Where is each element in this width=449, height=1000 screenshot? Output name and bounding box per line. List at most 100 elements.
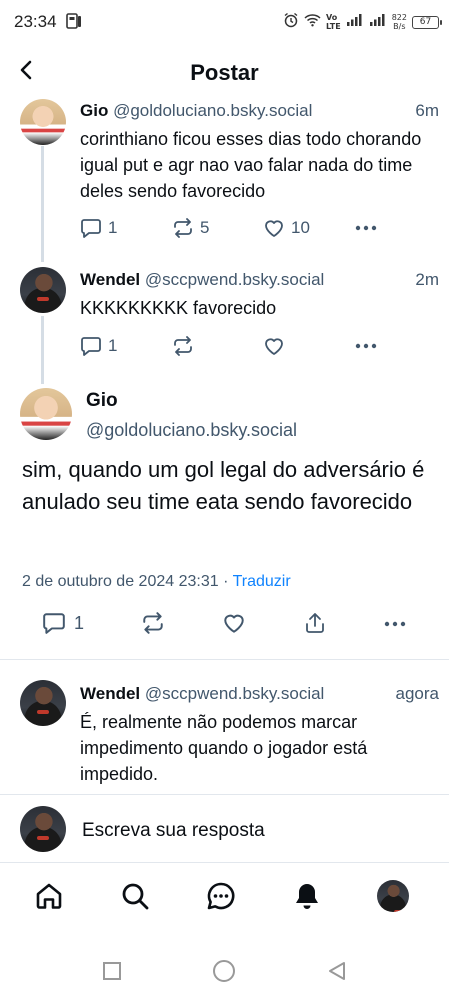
reply-icon: [81, 219, 101, 238]
avatar[interactable]: [20, 680, 66, 726]
reply-icon: [81, 337, 101, 356]
volte-top: Vo: [326, 13, 338, 22]
reply-composer[interactable]: Escreva sua resposta: [0, 795, 449, 861]
bottom-tab-bar: [0, 862, 449, 930]
share-button[interactable]: [303, 612, 327, 634]
avatar[interactable]: [20, 388, 72, 440]
recents-button[interactable]: [99, 958, 125, 984]
signal-icon: [346, 13, 364, 32]
square-icon: [103, 962, 121, 980]
like-button[interactable]: [222, 612, 246, 634]
post-age: agora: [391, 684, 439, 704]
repost-icon: [143, 612, 163, 634]
volte-bottom: LTE: [326, 22, 341, 31]
divider: [0, 659, 449, 660]
heart-icon: [224, 614, 244, 633]
more-icon: [384, 621, 406, 627]
status-icons: Vo LTE 822 B/s 67: [283, 10, 442, 34]
post-actions: 1 5 10: [80, 215, 380, 241]
post-age: 6m: [411, 101, 439, 121]
reply-button[interactable]: 1: [42, 612, 84, 634]
heart-icon: [265, 220, 283, 237]
translate-link[interactable]: Traduzir: [233, 573, 291, 590]
chat-icon: [207, 882, 235, 910]
notifications-icon: [296, 884, 318, 909]
status-bar: 23:34 Vo LTE 822 B/s 67: [0, 0, 449, 44]
author-name[interactable]: Wendel: [80, 270, 140, 289]
back-system-button[interactable]: [324, 958, 350, 984]
reply-count: 1: [108, 336, 118, 355]
repost-button[interactable]: 5: [172, 218, 209, 238]
author-name[interactable]: Gio: [80, 101, 108, 120]
repost-button[interactable]: [141, 612, 165, 634]
reply-input[interactable]: Escreva sua resposta: [82, 820, 265, 842]
thread-post[interactable]: Wendel @sccpwend.bsky.social 2m KKKKKKKK…: [0, 267, 449, 367]
more-icon: [355, 343, 377, 349]
tab-search[interactable]: [118, 879, 152, 913]
reply-icon: [43, 613, 65, 634]
post-text: KKKKKKKKK favorecido: [80, 298, 277, 318]
post-text: corinthiano ficou esses dias todo choran…: [80, 129, 422, 201]
page-title: Postar: [190, 60, 259, 85]
signal-icon-2: [369, 13, 387, 32]
reply-post[interactable]: Wendel @sccpwend.bsky.social agora É, re…: [0, 680, 449, 790]
post-meta: Wendel @sccpwend.bsky.social agora: [80, 684, 439, 706]
thread-post[interactable]: Gio @goldoluciano.bsky.social 6m corinth…: [0, 99, 449, 255]
circle-icon: [213, 960, 235, 982]
network-speed: 822 B/s: [392, 13, 407, 31]
post-date: 2 de outubro de 2024 23:31: [22, 573, 219, 590]
like-count: 10: [291, 218, 310, 237]
like-button[interactable]: [263, 336, 285, 356]
battery-icon: 67: [412, 15, 442, 29]
avatar[interactable]: [20, 267, 66, 313]
author-handle[interactable]: @sccpwend.bsky.social: [145, 270, 324, 289]
more-button[interactable]: [355, 225, 377, 231]
author-handle[interactable]: @goldoluciano.bsky.social: [113, 101, 312, 120]
home-icon: [36, 883, 62, 909]
page-header: Postar: [0, 44, 449, 98]
repost-icon: [174, 336, 192, 356]
speed-value: 822: [391, 13, 407, 22]
repost-icon: [174, 218, 192, 238]
post-text: É, realmente não podemos marcar impedime…: [80, 712, 368, 784]
more-icon: [355, 225, 377, 231]
post-text: sim, quando um gol legal do adversário é…: [22, 457, 425, 514]
avatar[interactable]: [20, 99, 66, 145]
tab-notifications[interactable]: [290, 879, 324, 913]
alarm-icon: [283, 12, 299, 33]
profile-avatar: [377, 880, 409, 912]
post-meta: Gio @goldoluciano.bsky.social 6m: [80, 101, 439, 123]
sim-status-icon: [66, 13, 82, 30]
speed-unit: B/s: [393, 22, 406, 31]
volte-indicator: Vo LTE: [326, 13, 341, 31]
more-button[interactable]: [355, 343, 377, 349]
avatar: [20, 806, 66, 852]
triangle-back-icon: [329, 962, 345, 980]
post-timestamp: 2 de outubro de 2024 23:31 · Traduzir: [22, 573, 291, 591]
status-time: 23:34: [14, 12, 57, 31]
author-handle[interactable]: @sccpwend.bsky.social: [145, 684, 324, 703]
search-icon: [122, 883, 149, 910]
author-name[interactable]: Gio: [86, 390, 118, 412]
heart-icon: [265, 338, 283, 355]
wifi-icon: [304, 13, 321, 32]
system-nav-bar: [0, 940, 449, 1000]
tab-home[interactable]: [32, 879, 66, 913]
post-meta: Wendel @sccpwend.bsky.social 2m: [80, 270, 439, 292]
home-system-button[interactable]: [211, 958, 237, 984]
tab-chat[interactable]: [204, 879, 238, 913]
repost-button[interactable]: [172, 336, 194, 356]
reply-button[interactable]: 1: [80, 218, 117, 238]
tab-profile[interactable]: [376, 879, 410, 913]
share-icon: [306, 613, 324, 633]
author-name[interactable]: Wendel: [80, 684, 140, 703]
repost-count: 5: [200, 218, 210, 237]
author-handle[interactable]: @goldoluciano.bsky.social: [86, 420, 297, 441]
post-actions: 1: [80, 333, 380, 359]
reply-count: 1: [108, 218, 118, 237]
more-button[interactable]: [384, 621, 406, 627]
date-separator: ·: [218, 573, 233, 590]
like-button[interactable]: 10: [263, 218, 310, 238]
reply-button[interactable]: 1: [80, 336, 117, 356]
focused-post: Gio @goldoluciano.bsky.social sim, quand…: [0, 380, 449, 660]
